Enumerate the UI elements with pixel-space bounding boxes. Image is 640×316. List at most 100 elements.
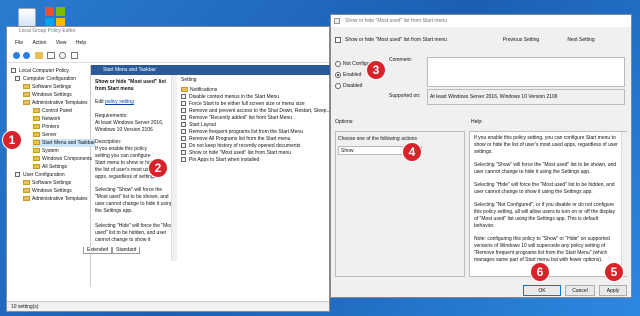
next-setting-button[interactable]: Next Setting [555,33,607,47]
folder-up-icon[interactable] [35,52,43,59]
tree-item[interactable]: Control Panel [33,107,72,115]
list-view-icon[interactable] [47,52,55,59]
radio-not-configured[interactable] [335,61,341,67]
help-panel: If you enable this policy setting, you c… [469,131,627,277]
choose-action-label: Choose one of the following actions [338,136,417,142]
dialog-icon [334,18,340,24]
folder-icon [23,196,30,202]
folder-icon [33,164,40,170]
tree-item[interactable]: Server [33,131,57,139]
setting-row[interactable]: Start Layout [181,122,216,129]
radio-disabled[interactable] [335,83,341,89]
apply-button[interactable]: Apply [599,285,627,296]
tab-standard[interactable]: Standard [112,247,141,254]
menu-view[interactable]: View [56,37,67,49]
policy-icon [181,129,186,135]
tab-extended[interactable]: Extended [83,247,113,254]
folder-icon [33,156,40,162]
menu-action[interactable]: Action [32,37,46,49]
description-hide: Selecting "Hide" will force the "Most us… [95,223,174,243]
setting-row[interactable]: Remove frequent programs list from the S… [181,129,303,136]
tree-item[interactable]: Software Settings [23,83,71,91]
setting-row[interactable]: Remove "Recently added" list from Start … [181,115,292,122]
menu-file[interactable]: File [15,37,23,49]
setting-row[interactable]: Notifications [181,87,217,94]
requirements-text: At least Windows Server 2016, Windows 10… [95,120,164,133]
policy-tree: Local Computer Policy Computer Configura… [7,65,95,287]
folder-icon [23,84,30,90]
setting-row[interactable]: Remove All Programs list from the Start … [181,136,290,143]
recycle-bin-icon[interactable] [18,8,36,28]
setting-row[interactable]: Force Start to be either full screen siz… [181,101,305,108]
help-icon[interactable] [59,52,66,59]
policy-icon [181,143,186,149]
setting-row[interactable]: Do not keep history of recently opened d… [181,143,300,150]
description-label: Description: [95,139,122,145]
tree-item[interactable]: System [33,147,59,155]
supported-on-field: At least Windows Server 2016, Windows 10… [427,89,625,105]
tree-item[interactable]: User Configuration [15,171,65,179]
menu-bar: File Action View Help [7,37,329,49]
gpedit-title: Local Group Policy Editor [19,28,76,34]
step-badge-4: 4 [402,142,422,162]
requirements-label: Requirements: [95,113,128,119]
menu-help[interactable]: Help [76,37,86,49]
filter-icon[interactable] [71,52,78,59]
step-badge-6: 6 [530,262,550,282]
step-badge-2: 2 [148,158,168,178]
computer-icon [11,68,16,74]
description-scrollbar[interactable] [171,75,177,261]
tree-item[interactable]: Printers [33,123,59,131]
options-panel: Choose one of the following actions Show… [335,131,465,277]
policy-icon [181,122,186,128]
settings-list: Setting Notifications Disable context me… [179,75,331,275]
policy-icon [181,157,186,163]
edit-policy-link[interactable]: policy setting [105,99,134,105]
help-paragraph: Note: configuring this policy to "Show" … [474,236,610,263]
tree-item[interactable]: Administrative Templates [23,99,88,107]
tree-item[interactable]: Administrative Templates [23,195,88,203]
step-badge-3: 3 [366,60,386,80]
gpedit-titlebar: Local Group Policy Editor [7,27,329,35]
help-paragraph: Selecting "Not Configured", or if you di… [474,202,616,229]
tree-item[interactable]: Windows Settings [23,187,72,195]
setting-row[interactable]: Remove and prevent access to the Shut Do… [181,108,331,115]
description-show: Selecting "Show" will force the "Most us… [95,187,173,214]
step-badge-1: 1 [2,130,22,150]
tree-item[interactable]: Windows Components [33,155,92,163]
setting-row-selected[interactable]: Show or hide "Most used" list from Start… [181,150,291,157]
tree-item[interactable]: Windows Settings [23,91,72,99]
policy-icon [181,136,186,142]
tree-item[interactable]: Network [33,115,60,123]
radio-enabled-label: Enabled [343,72,362,78]
options-label: Options: [335,119,354,125]
previous-setting-button[interactable]: Previous Setting [491,33,551,47]
comment-label: Comment: [389,57,413,63]
forward-arrow-icon[interactable] [23,52,30,59]
toolbar [7,49,329,63]
user-icon [15,172,20,178]
policy-icon [181,94,186,100]
tree-item-selected[interactable]: Start Menu and Taskbar [33,139,95,147]
radio-disabled-label: Disabled [343,83,363,89]
cancel-button[interactable]: Cancel [565,285,595,296]
tree-item[interactable]: All Settings [33,163,67,171]
help-paragraph: If you enable this policy setting, you c… [474,135,618,155]
help-scrollbar[interactable] [621,132,627,276]
setting-row[interactable]: Disable context menus in the Start Menu [181,94,279,101]
setting-row[interactable]: Pin Apps to Start when installed [181,157,259,164]
tree-item[interactable]: Computer Configuration [15,75,76,83]
policy-icon [181,115,186,121]
windows-logo-icon [44,6,66,28]
tree-item[interactable]: Local Computer Policy [11,67,69,75]
step-badge-5: 5 [604,262,624,282]
help-paragraph: Selecting "Show" will force the "Most us… [474,162,617,175]
setting-column-header[interactable]: Setting [181,77,197,83]
back-arrow-icon[interactable] [13,52,20,59]
folder-icon [23,180,30,186]
ok-button[interactable]: OK [523,285,561,296]
radio-enabled[interactable] [335,72,341,78]
folder-icon [181,87,188,93]
comment-field[interactable] [427,57,625,87]
tree-item[interactable]: Software Settings [23,179,71,187]
